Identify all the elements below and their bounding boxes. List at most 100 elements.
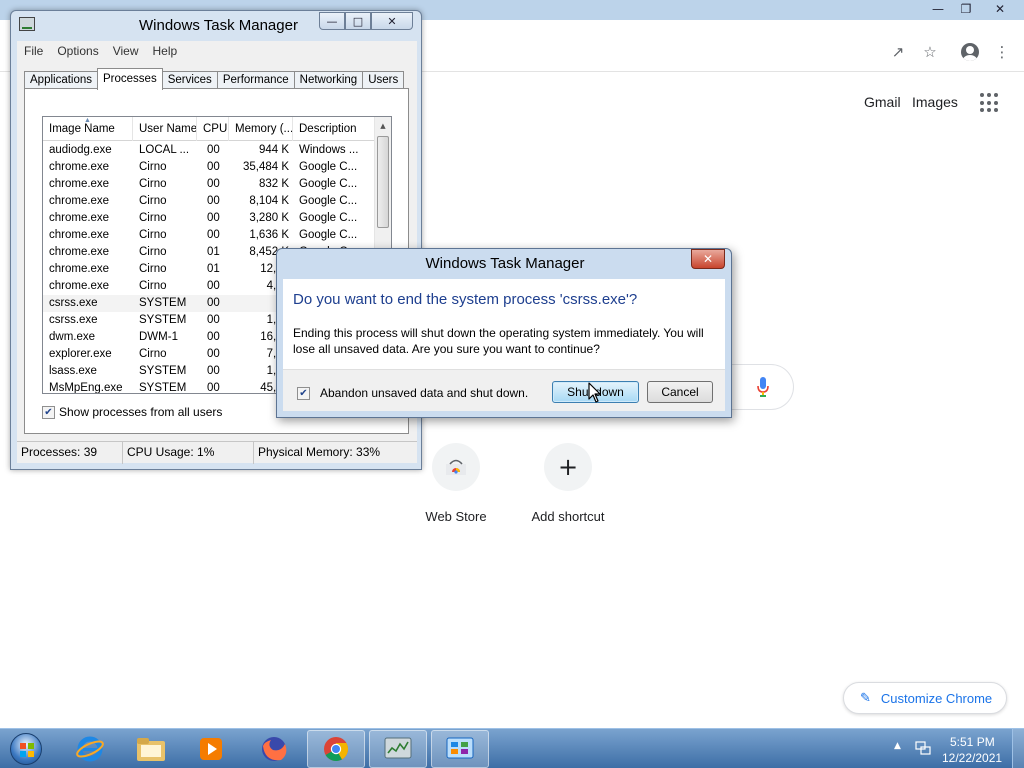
taskbar-firefox[interactable] <box>245 730 303 768</box>
cell-user-name: DWM-1 <box>139 331 178 343</box>
taskbar-task-manager[interactable] <box>369 730 427 768</box>
column-memory[interactable]: Memory (... <box>229 117 293 141</box>
cell-cpu: 01 <box>207 246 220 258</box>
taskbar-windows-explorer[interactable] <box>122 730 180 768</box>
table-row[interactable]: chrome.exe Cirno 00 832 K Google C... <box>43 176 377 193</box>
menu-view[interactable]: View <box>106 44 146 58</box>
cell-user-name: SYSTEM <box>139 365 187 377</box>
dialog-close-button[interactable]: ✕ <box>691 249 725 269</box>
tab-services[interactable]: Services <box>161 71 218 89</box>
plus-icon: + <box>544 443 592 491</box>
cancel-button[interactable]: Cancel <box>647 381 713 403</box>
show-all-processes-checkbox[interactable]: ✔ Show processes from all users <box>42 405 222 419</box>
cell-cpu: 00 <box>207 144 220 156</box>
webstore-icon <box>432 443 480 491</box>
column-image-name[interactable]: ▲ Image Name <box>43 117 133 141</box>
tab-users[interactable]: Users <box>362 71 405 89</box>
menu-help[interactable]: Help <box>146 44 185 58</box>
network-icon[interactable] <box>914 739 932 757</box>
tab-processes[interactable]: Processes <box>97 68 163 90</box>
table-row[interactable]: chrome.exe Cirno 00 35,484 K Google C... <box>43 159 377 176</box>
window-title: Windows Task Manager <box>139 17 298 34</box>
chrome-minimize-button[interactable]: — <box>924 0 952 18</box>
table-row[interactable]: audiodg.exe LOCAL ... 00 944 K Windows ... <box>43 142 377 159</box>
show-desktop-button[interactable] <box>1012 729 1024 768</box>
table-row[interactable]: chrome.exe Cirno 00 8,104 K Google C... <box>43 193 377 210</box>
task-manager-titlebar[interactable]: Windows Task Manager — □ ✕ <box>11 11 421 39</box>
minimize-button[interactable]: — <box>319 12 345 30</box>
cell-cpu: 00 <box>207 314 220 326</box>
profile-avatar[interactable] <box>960 42 980 62</box>
cell-cpu: 00 <box>207 229 220 241</box>
checkbox-box[interactable]: ✔ <box>297 386 310 400</box>
bookmark-star-icon[interactable]: ☆ <box>920 42 940 62</box>
taskbar-internet-explorer[interactable] <box>61 730 119 768</box>
voice-search-mic-icon[interactable] <box>756 376 770 398</box>
taskbar-control-panel[interactable] <box>431 730 489 768</box>
taskbar-media-player[interactable] <box>182 730 240 768</box>
close-button[interactable]: ✕ <box>371 12 413 30</box>
cell-description: Google C... <box>299 229 358 241</box>
taskbar-chrome[interactable] <box>307 730 365 768</box>
tab-networking[interactable]: Networking <box>293 71 364 89</box>
start-button[interactable] <box>6 731 46 767</box>
cell-description: Google C... <box>299 212 358 224</box>
cell-image-name: chrome.exe <box>49 212 110 224</box>
google-apps-icon[interactable] <box>980 93 1000 113</box>
cell-memory: 8,104 K <box>249 195 289 207</box>
menu-file[interactable]: File <box>17 44 50 58</box>
media-player-icon <box>200 738 222 760</box>
cell-cpu: 00 <box>207 280 220 292</box>
abandon-data-checkbox[interactable]: ✔ Abandon unsaved data and shut down. <box>297 386 528 400</box>
clock-time[interactable]: 5:51 PM <box>950 735 995 749</box>
column-user-name[interactable]: User Name <box>133 117 197 141</box>
column-description[interactable]: Description <box>293 117 377 141</box>
cell-user-name: Cirno <box>139 348 167 360</box>
cell-user-name: Cirno <box>139 246 167 258</box>
menu-options[interactable]: Options <box>50 44 105 58</box>
table-row[interactable]: chrome.exe Cirno 00 1,636 K Google C... <box>43 227 377 244</box>
dialog-description: Ending this process will shut down the o… <box>293 326 704 356</box>
menu-bar: File Options View Help <box>17 41 417 61</box>
cell-image-name: chrome.exe <box>49 263 110 275</box>
cell-cpu: 00 <box>207 161 220 173</box>
cell-cpu: 00 <box>207 348 220 360</box>
process-list-header: ▲ Image Name User Name CPU Memory (... De… <box>43 117 377 141</box>
tab-applications[interactable]: Applications <box>24 71 99 89</box>
cell-image-name: chrome.exe <box>49 161 110 173</box>
chrome-restore-button[interactable]: ❐ <box>952 0 980 18</box>
customize-chrome-button[interactable]: ✎ Customize Chrome <box>843 682 1007 714</box>
checkbox-box[interactable]: ✔ <box>42 405 55 419</box>
show-hidden-icons-icon[interactable]: ▲ <box>894 741 901 751</box>
share-icon[interactable]: ↗ <box>888 42 908 62</box>
maximize-button[interactable]: □ <box>345 12 371 30</box>
scroll-up-arrow-icon[interactable]: ▲ <box>375 117 391 134</box>
shortcut-label: Add shortcut <box>531 509 605 524</box>
tab-performance[interactable]: Performance <box>216 71 295 89</box>
cell-image-name: csrss.exe <box>49 297 98 309</box>
dialog-question: Do you want to end the system process 'c… <box>293 291 638 308</box>
cell-user-name: Cirno <box>139 212 167 224</box>
cell-user-name: SYSTEM <box>139 297 187 309</box>
firefox-icon <box>262 737 287 761</box>
tab-strip: Applications Processes Services Performa… <box>24 68 405 90</box>
dialog-title: Windows Task Manager <box>425 255 585 272</box>
status-physical-memory: Physical Memory: 33% <box>258 445 381 459</box>
dialog-footer: ✔ Abandon unsaved data and shut down. Sh… <box>283 369 725 411</box>
cell-cpu: 00 <box>207 365 220 377</box>
control-panel-icon <box>446 737 474 759</box>
chrome-menu-icon[interactable]: ⋮ <box>992 42 1012 62</box>
show-all-processes-label: Show processes from all users <box>59 405 223 419</box>
task-manager-icon <box>384 737 412 759</box>
column-cpu[interactable]: CPU <box>197 117 229 141</box>
gmail-link[interactable]: Gmail <box>864 94 901 110</box>
shortcut-add[interactable]: + Add shortcut <box>518 443 618 524</box>
clock-date[interactable]: 12/22/2021 <box>942 751 1002 765</box>
cell-cpu: 00 <box>207 178 220 190</box>
chrome-close-button[interactable]: ✕ <box>980 0 1020 18</box>
scrollbar-thumb[interactable] <box>377 136 389 228</box>
desktop: — ❐ ✕ ↗ ☆ ⋮ Gmail Images Web Store + Add… <box>0 0 1024 768</box>
table-row[interactable]: chrome.exe Cirno 00 3,280 K Google C... <box>43 210 377 227</box>
images-link[interactable]: Images <box>912 94 958 110</box>
cell-user-name: Cirno <box>139 195 167 207</box>
